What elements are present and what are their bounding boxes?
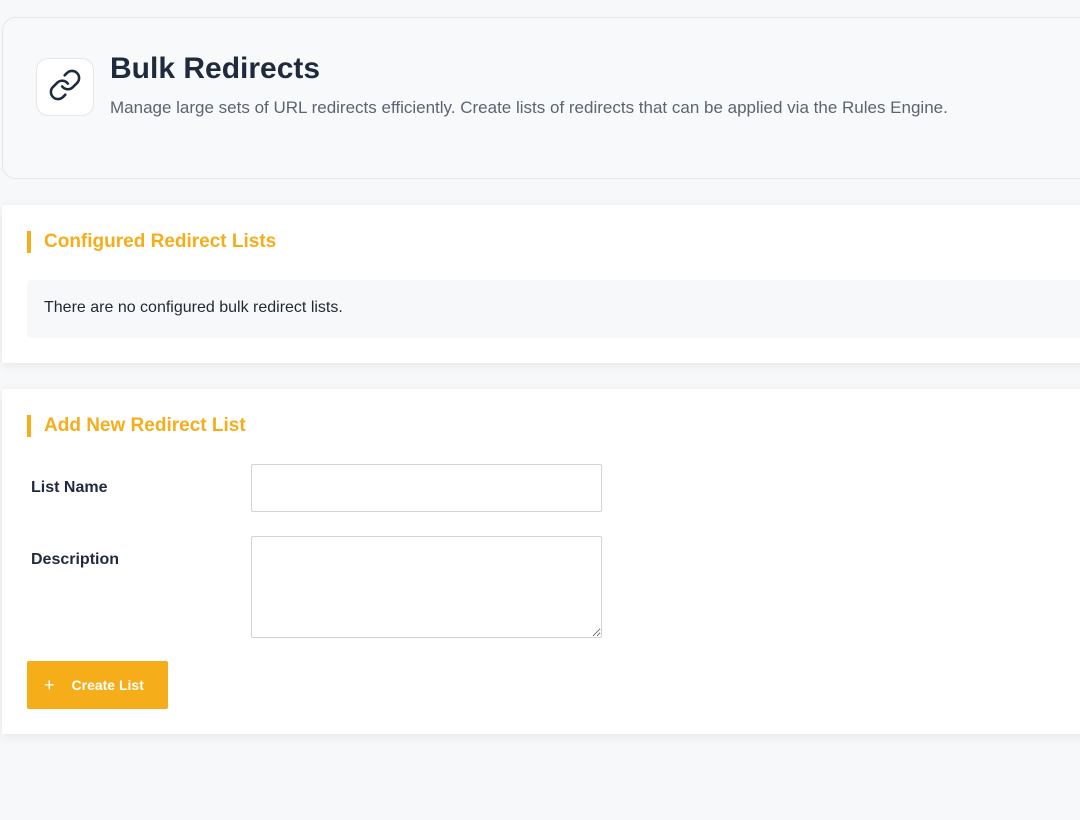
description-label: Description	[31, 551, 120, 568]
link-icon	[48, 68, 82, 107]
description-textarea[interactable]	[251, 536, 602, 638]
empty-state-message: There are no configured bulk redirect li…	[44, 299, 343, 316]
list-name-input[interactable]	[251, 464, 602, 512]
add-list-card: Add New Redirect List List Name Descript…	[2, 389, 1080, 734]
configured-lists-title: Configured Redirect Lists	[27, 231, 276, 253]
create-list-button[interactable]: + Create List	[27, 661, 168, 709]
configured-lists-card: Configured Redirect Lists There are no c…	[2, 205, 1080, 363]
page: Bulk Redirects Manage large sets of URL …	[0, 0, 1080, 820]
empty-state: There are no configured bulk redirect li…	[27, 280, 1080, 338]
add-list-title: Add New Redirect List	[27, 415, 246, 437]
header-icon-box	[36, 58, 94, 116]
page-title: Bulk Redirects	[110, 52, 321, 85]
header-card: Bulk Redirects Manage large sets of URL …	[2, 17, 1080, 179]
page-subtitle: Manage large sets of URL redirects effic…	[110, 98, 948, 117]
list-name-label: List Name	[31, 479, 108, 496]
plus-icon: +	[44, 675, 55, 695]
create-list-button-label: Create List	[71, 677, 144, 693]
